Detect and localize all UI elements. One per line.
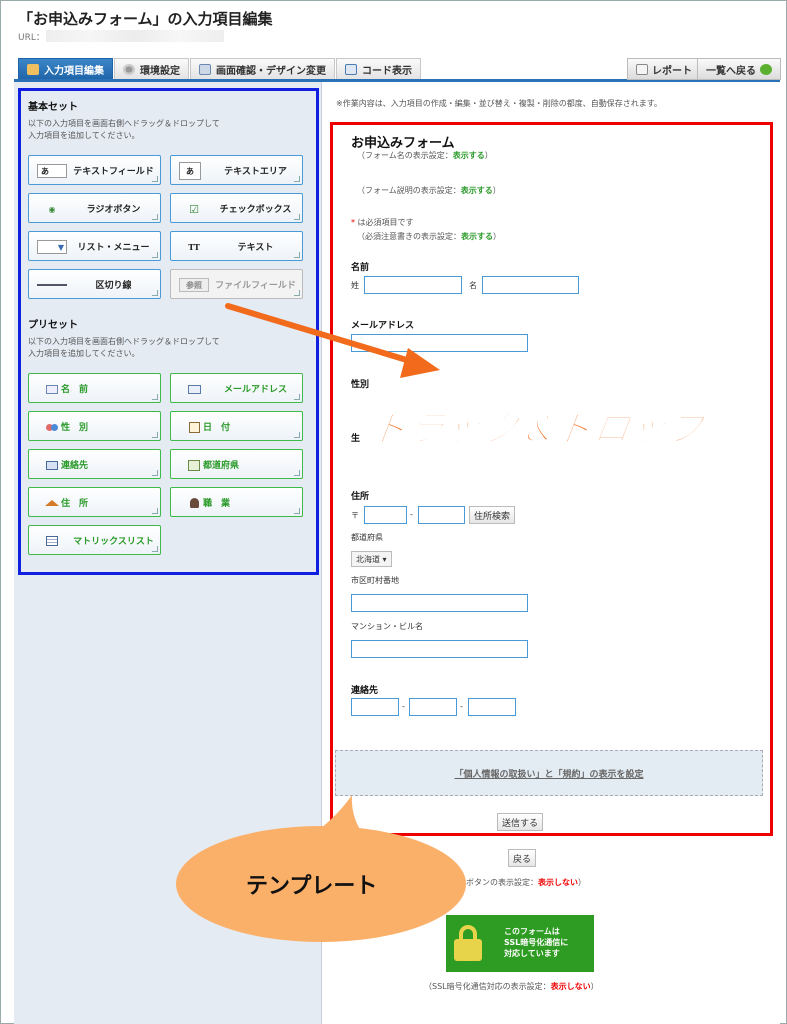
annotation-overlay (176, 303, 466, 942)
drag-drop-annotation: ドラック＆ドロップ (368, 408, 708, 451)
drag-arrow (225, 303, 440, 378)
template-annotation: テンプレート (246, 873, 378, 899)
